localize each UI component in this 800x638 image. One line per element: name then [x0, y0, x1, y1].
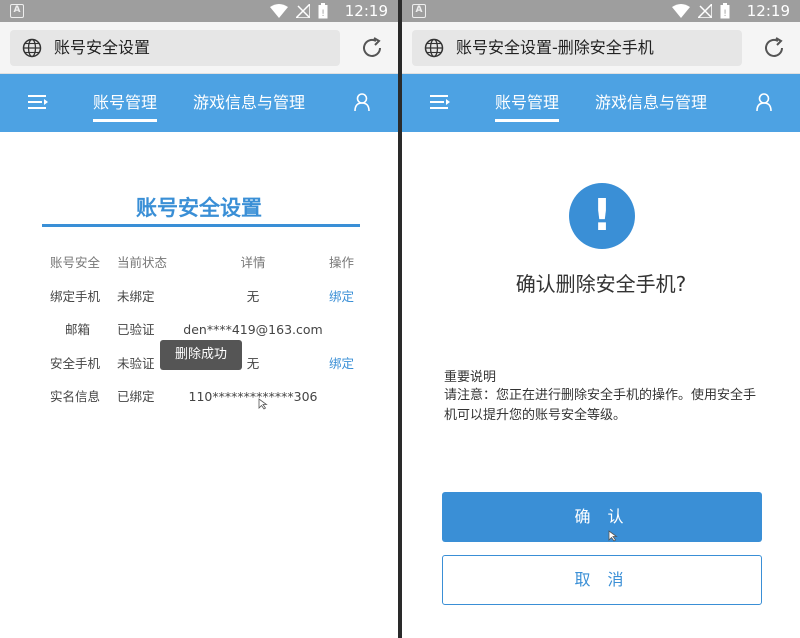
row-item: 安全手机	[50, 356, 101, 371]
row-item: 实名信息	[50, 389, 101, 404]
menu-icon[interactable]	[430, 94, 450, 110]
globe-icon	[424, 38, 444, 58]
table-row: 绑定手机 未绑定 无 绑定	[0, 287, 398, 307]
address-bar: 账号安全设置-删除安全手机	[402, 22, 800, 74]
tab-game-info[interactable]: 游戏信息与管理	[595, 92, 707, 114]
toast-message: 删除成功	[160, 340, 242, 370]
svg-text:!: !	[321, 9, 325, 19]
row-status: 未验证	[117, 356, 155, 371]
header-item: 账号安全	[50, 255, 101, 270]
nav-bar: 账号管理 游戏信息与管理	[0, 74, 398, 132]
globe-icon	[22, 38, 42, 58]
left-screen: A ! 12:19 账号安全设置 账号管理 游戏信息与管理 账号安全设置 账号安…	[0, 0, 398, 638]
signal-off-icon	[296, 4, 310, 18]
confirm-title: 确认删除安全手机?	[515, 272, 687, 296]
tab-account-management[interactable]: 账号管理	[93, 92, 158, 122]
row-detail: 无	[246, 289, 260, 304]
table-row: 实名信息 已绑定 110*************306	[0, 387, 398, 407]
row-detail: den****419@163.com	[183, 322, 323, 337]
clock: 12:19	[746, 2, 790, 20]
row-detail: 110*************306	[188, 389, 318, 404]
reload-icon[interactable]	[762, 36, 786, 60]
app-notification-icon: A	[10, 4, 24, 18]
reload-icon[interactable]	[360, 36, 384, 60]
header-status: 当前状态	[117, 255, 168, 270]
row-item: 绑定手机	[50, 289, 101, 304]
screens: A ! 12:19 账号安全设置 账号管理 游戏信息与管理 账号安全设置 账号安…	[0, 0, 800, 638]
cursor-icon	[608, 530, 618, 542]
battery-icon: !	[318, 3, 328, 19]
bind-phone-link[interactable]: 绑定	[329, 287, 354, 307]
svg-text:!: !	[723, 9, 727, 19]
user-icon[interactable]	[354, 93, 370, 111]
status-icons: !	[672, 3, 730, 19]
page-url-title: 账号安全设置-删除安全手机	[456, 38, 654, 57]
confirm-button[interactable]: 确 认	[442, 492, 762, 542]
row-item: 邮箱	[65, 322, 91, 337]
battery-icon: !	[720, 3, 730, 19]
address-bar: 账号安全设置	[0, 22, 398, 74]
nav-bar: 账号管理 游戏信息与管理	[402, 74, 800, 132]
note-title: 重要说明	[444, 370, 497, 385]
row-status: 已绑定	[117, 389, 155, 404]
wifi-icon	[270, 4, 288, 18]
app-notification-icon: A	[412, 4, 426, 18]
page-url-title: 账号安全设置	[54, 38, 151, 57]
row-status: 未绑定	[117, 289, 155, 304]
clock: 12:19	[344, 2, 388, 20]
note-body: 请注意：您正在进行删除安全手机的操作。使用安全手机可以提升您的账号安全等级。	[444, 388, 757, 423]
cursor-icon	[258, 398, 268, 410]
signal-off-icon	[698, 4, 712, 18]
status-bar: A ! 12:19	[0, 0, 398, 22]
menu-icon[interactable]	[28, 94, 48, 110]
section-title: 账号安全设置	[136, 196, 262, 220]
alert-icon: !	[569, 183, 635, 249]
header-detail: 详情	[240, 255, 266, 270]
right-screen: A ! 12:19 账号安全设置-删除安全手机 账号管理 游戏信息与管理 ! 确…	[402, 0, 800, 638]
wifi-icon	[672, 4, 690, 18]
user-icon[interactable]	[756, 93, 772, 111]
header-action: 操作	[329, 255, 355, 270]
bind-security-phone-link[interactable]: 绑定	[329, 354, 354, 374]
section-divider	[42, 224, 360, 227]
table-header: 账号安全 当前状态 详情 操作	[0, 253, 398, 273]
table-row: 邮箱 已验证 den****419@163.com	[0, 320, 398, 340]
tab-game-info[interactable]: 游戏信息与管理	[193, 92, 305, 114]
status-icons: !	[270, 3, 328, 19]
url-box[interactable]: 账号安全设置	[10, 30, 340, 66]
row-status: 已验证	[117, 322, 155, 337]
status-bar: A ! 12:19	[402, 0, 800, 22]
cancel-button[interactable]: 取 消	[442, 555, 762, 605]
url-box[interactable]: 账号安全设置-删除安全手机	[412, 30, 742, 66]
tab-account-management[interactable]: 账号管理	[495, 92, 560, 122]
